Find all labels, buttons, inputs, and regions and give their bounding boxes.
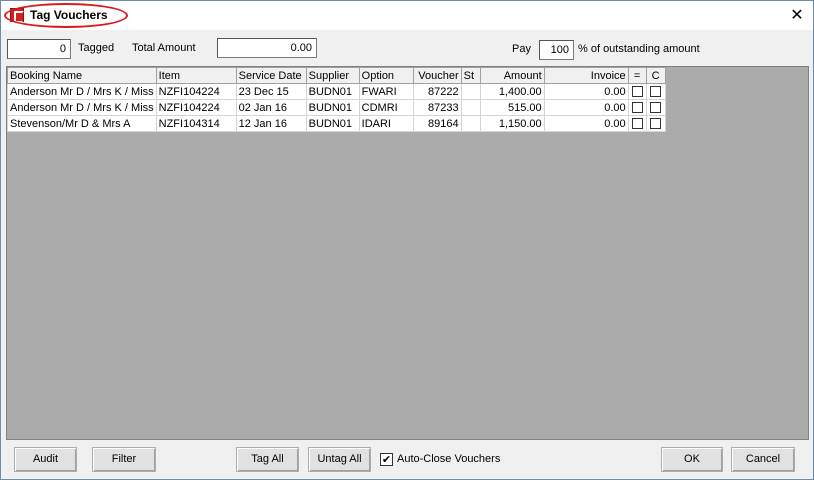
cell-equal-checkbox[interactable] — [627, 83, 647, 100]
cell-voucher: 87222 — [412, 83, 462, 100]
checkbox[interactable] — [650, 86, 662, 98]
app-logo-icon — [10, 8, 24, 23]
cell-service-date: 23 Dec 15 — [235, 83, 307, 100]
cell-item: NZFI104314 — [155, 115, 237, 132]
cell-invoice[interactable]: 0.00 — [543, 83, 629, 100]
close-icon[interactable]: ✕ — [785, 4, 809, 26]
checkbox[interactable] — [650, 118, 662, 130]
cell-voucher: 89164 — [412, 115, 462, 132]
table-row[interactable]: Anderson Mr D / Mrs K / Miss NZFI104224 … — [7, 83, 666, 100]
cell-st — [460, 115, 481, 132]
col-invoice[interactable]: Invoice — [543, 67, 629, 84]
cell-c-checkbox[interactable] — [645, 115, 666, 132]
pay-suffix-label: % of outstanding amount — [578, 43, 700, 55]
cell-option: CDMRI — [358, 99, 414, 116]
checkbox[interactable] — [650, 102, 662, 114]
checkbox[interactable] — [631, 118, 643, 130]
cell-amount: 1,150.00 — [479, 115, 545, 132]
cell-booking-name: Anderson Mr D / Mrs K / Miss — [7, 99, 157, 116]
cell-service-date: 12 Jan 16 — [235, 115, 307, 132]
table-header-row: Booking Name Item Service Date Supplier … — [7, 67, 666, 84]
tagged-count-field[interactable]: 0 — [7, 39, 71, 59]
col-booking-name[interactable]: Booking Name — [7, 67, 157, 84]
col-c[interactable]: C — [645, 67, 666, 84]
pay-label: Pay — [512, 43, 531, 55]
checkbox[interactable] — [631, 102, 643, 114]
table-row[interactable]: Anderson Mr D / Mrs K / Miss NZFI104224 … — [7, 99, 666, 116]
window-title: Tag Vouchers — [30, 8, 108, 22]
cell-c-checkbox[interactable] — [645, 99, 666, 116]
cell-st — [460, 83, 481, 100]
cell-invoice[interactable]: 0.00 — [543, 99, 629, 116]
cancel-button[interactable]: Cancel — [731, 447, 795, 472]
tag-all-button[interactable]: Tag All — [236, 447, 299, 472]
cell-equal-checkbox[interactable] — [627, 99, 647, 116]
col-service-date[interactable]: Service Date — [235, 67, 307, 84]
cell-supplier: BUDN01 — [305, 83, 360, 100]
audit-button[interactable]: Audit — [14, 447, 77, 472]
checkbox[interactable] — [631, 86, 643, 98]
filter-button[interactable]: Filter — [92, 447, 156, 472]
voucher-table: Booking Name Item Service Date Supplier … — [7, 67, 666, 132]
cell-equal-checkbox[interactable] — [627, 115, 647, 132]
auto-close-checkbox[interactable]: ✔ — [380, 453, 393, 466]
total-amount-label: Total Amount — [132, 42, 196, 54]
tag-vouchers-window: Tag Vouchers ✕ 0 Tagged Total Amount 0.0… — [0, 0, 814, 480]
cell-service-date: 02 Jan 16 — [235, 99, 307, 116]
col-amount[interactable]: Amount — [479, 67, 545, 84]
col-option[interactable]: Option — [358, 67, 414, 84]
title-bar[interactable]: Tag Vouchers ✕ — [1, 1, 813, 30]
cell-c-checkbox[interactable] — [645, 83, 666, 100]
cell-booking-name: Anderson Mr D / Mrs K / Miss — [7, 83, 157, 100]
cell-supplier: BUDN01 — [305, 99, 360, 116]
col-supplier[interactable]: Supplier — [305, 67, 360, 84]
col-voucher[interactable]: Voucher — [412, 67, 462, 84]
cell-item: NZFI104224 — [155, 99, 237, 116]
cell-amount: 1,400.00 — [479, 83, 545, 100]
cell-amount: 515.00 — [479, 99, 545, 116]
table-row[interactable]: Stevenson/Mr D & Mrs A NZFI104314 12 Jan… — [7, 115, 666, 132]
cell-st — [460, 99, 481, 116]
col-st[interactable]: St — [460, 67, 481, 84]
untag-all-button[interactable]: Untag All — [308, 447, 371, 472]
cell-option: FWARI — [358, 83, 414, 100]
cell-invoice[interactable]: 0.00 — [543, 115, 629, 132]
voucher-grid[interactable]: Booking Name Item Service Date Supplier … — [6, 66, 809, 440]
col-equal[interactable]: = — [627, 67, 647, 84]
cell-item: NZFI104224 — [155, 83, 237, 100]
cell-voucher: 87233 — [412, 99, 462, 116]
cell-booking-name: Stevenson/Mr D & Mrs A — [7, 115, 157, 132]
cell-option: IDARI — [358, 115, 414, 132]
pay-percent-field[interactable]: 100 — [539, 40, 574, 60]
col-item[interactable]: Item — [155, 67, 237, 84]
auto-close-label: Auto-Close Vouchers — [397, 453, 501, 465]
tagged-label: Tagged — [78, 42, 115, 54]
total-amount-field[interactable]: 0.00 — [217, 38, 317, 58]
ok-button[interactable]: OK — [661, 447, 723, 472]
cell-supplier: BUDN01 — [305, 115, 360, 132]
